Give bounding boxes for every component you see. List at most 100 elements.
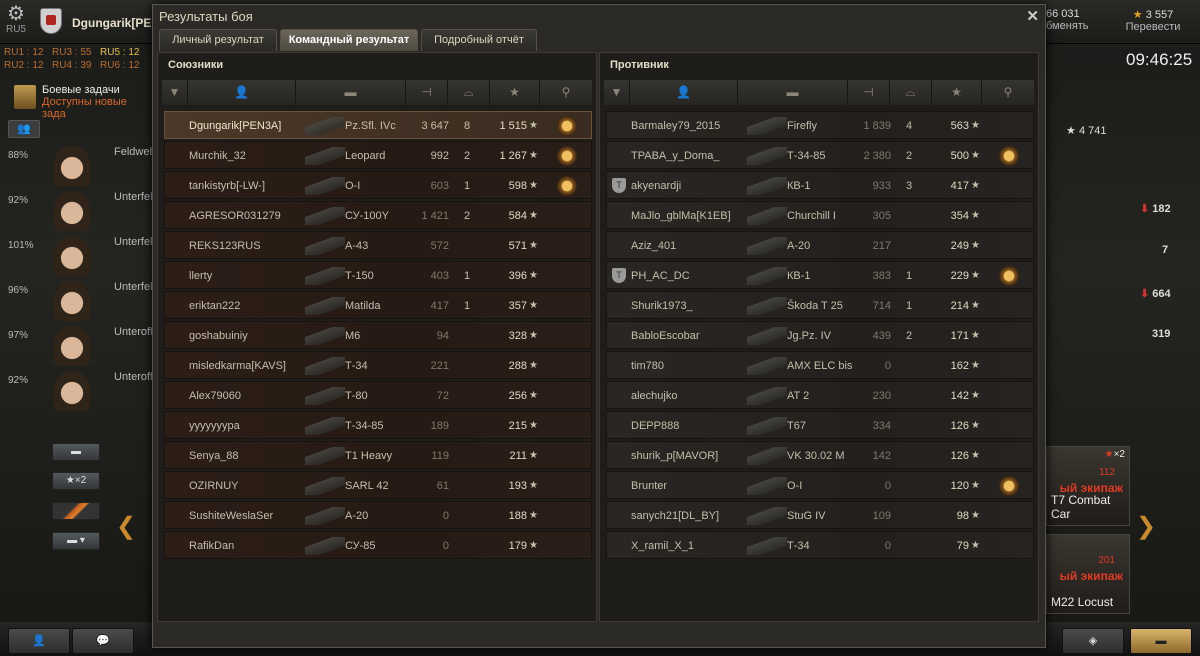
table-row[interactable]: TPABA_y_Doma_ Т-34-85 2 380 2 500 ★ bbox=[606, 141, 1034, 169]
crew-member[interactable]: 88% Feldweb bbox=[4, 144, 156, 186]
player-name[interactable]: alechujko bbox=[631, 382, 677, 410]
tab-team[interactable]: Командный результат bbox=[280, 29, 418, 51]
carousel-right-arrow[interactable]: ❯ bbox=[1136, 512, 1156, 541]
battle-quests-button[interactable]: Боевые задачи Доступны новые зада bbox=[8, 82, 153, 120]
medal-icon[interactable] bbox=[557, 176, 577, 196]
squad-column-icon[interactable]: ▼ bbox=[162, 80, 188, 105]
player-name[interactable]: eriktan222 bbox=[189, 292, 240, 320]
server-stat[interactable]: RU3 : 55 bbox=[52, 46, 100, 59]
settings-button[interactable]: ⚙ RU5 bbox=[4, 4, 28, 40]
carousel-left-arrow[interactable]: ❮ bbox=[116, 512, 136, 541]
profile-button[interactable]: 👤 bbox=[8, 628, 70, 654]
medal-icon[interactable] bbox=[557, 116, 577, 136]
squad-column-icon[interactable]: ▼ bbox=[604, 80, 630, 105]
table-row[interactable]: alechujko AT 2 230 142 ★ bbox=[606, 381, 1034, 409]
player-name[interactable]: RafikDan bbox=[189, 532, 234, 560]
table-row[interactable]: misledkarma[KAVS] Т-34 221 288 ★ bbox=[164, 351, 592, 379]
crew-button[interactable]: 👥 bbox=[8, 120, 40, 138]
player-name[interactable]: Barmaley79_2015 bbox=[631, 112, 720, 140]
table-row[interactable]: SushiteWeslaSer А-20 0 188 ★ bbox=[164, 501, 592, 529]
tank-view-button[interactable]: ▬ bbox=[52, 443, 100, 461]
kills-column-icon[interactable]: ⌓ bbox=[448, 80, 490, 105]
player-name[interactable]: Brunter bbox=[631, 472, 667, 500]
player-name[interactable]: SushiteWeslaSer bbox=[189, 502, 273, 530]
player-name[interactable]: DEPP888 bbox=[631, 412, 679, 440]
medal-column-icon[interactable]: ⚲ bbox=[540, 80, 592, 105]
table-row[interactable]: REKS123RUS А-43 572 571 ★ bbox=[164, 231, 592, 259]
server-stat[interactable]: RU2 : 12 bbox=[4, 59, 52, 72]
medal-icon[interactable] bbox=[999, 146, 1019, 166]
crew-member[interactable]: 97% Unteroff bbox=[4, 324, 154, 366]
table-row[interactable]: Shurik1973_ Škoda T 25 714 1 214 ★ bbox=[606, 291, 1034, 319]
damage-column-icon[interactable]: ⊣ bbox=[848, 80, 890, 105]
xp-column-icon[interactable]: ★ bbox=[490, 80, 540, 105]
table-row[interactable]: X_ramil_X_1 Т-34 0 79 ★ bbox=[606, 531, 1034, 559]
table-row[interactable]: DEPP888 T67 334 126 ★ bbox=[606, 411, 1034, 439]
player-name[interactable]: Dgungarik[PEN3A] bbox=[189, 112, 281, 140]
tank-card-t7[interactable]: ★×2 112 ый экипаж T7 Combat Car bbox=[1046, 446, 1130, 526]
table-row[interactable]: goshabuiniy M6 94 328 ★ bbox=[164, 321, 592, 349]
player-column-icon[interactable]: 👤 bbox=[630, 80, 738, 105]
player-name[interactable]: X_ramil_X_1 bbox=[631, 532, 694, 560]
table-row[interactable]: yyyyyyypa Т-34-85 189 215 ★ bbox=[164, 411, 592, 439]
table-row[interactable]: RafikDan СУ-85 0 179 ★ bbox=[164, 531, 592, 559]
player-name[interactable]: OZIRNUY bbox=[189, 472, 239, 500]
table-row[interactable]: Dgungarik[PEN3A] Pz.Sfl. IVc 3 647 8 1 515 ★ bbox=[164, 111, 592, 139]
table-row[interactable]: sanych21[DL_BY] StuG IV 109 98 ★ bbox=[606, 501, 1034, 529]
xp-multiplier-button[interactable]: ★×2 bbox=[52, 472, 100, 490]
medal-icon[interactable] bbox=[557, 146, 577, 166]
player-name[interactable]: yyyyyyypa bbox=[189, 412, 240, 440]
table-row[interactable]: MaJlo_gblMa[K1EB] Churchill I 305 354 ★ bbox=[606, 201, 1034, 229]
table-row[interactable]: Takyenardji КВ-1 933 3 417 ★ bbox=[606, 171, 1034, 199]
player-name[interactable]: AGRESOR031279 bbox=[189, 202, 281, 230]
player-name[interactable]: Senya_88 bbox=[189, 442, 239, 470]
player-name[interactable]: Shurik1973_ bbox=[631, 292, 693, 320]
server-stat[interactable]: RU1 : 12 bbox=[4, 46, 52, 59]
player-name[interactable]: TPABA_y_Doma_ bbox=[631, 142, 719, 170]
player-name[interactable]: shurik_p[MAVOR] bbox=[631, 442, 718, 470]
table-row[interactable]: Barmaley79_2015 Firefly 1 839 4 563 ★ bbox=[606, 111, 1034, 139]
table-row[interactable]: Brunter О-I 0 120 ★ bbox=[606, 471, 1034, 499]
player-name[interactable]: tim780 bbox=[631, 352, 664, 380]
player-name[interactable]: Aziz_401 bbox=[631, 232, 676, 260]
player-name[interactable]: Murchik_32 bbox=[189, 142, 246, 170]
tank-filter-dropdown[interactable]: ▬ ▾ bbox=[52, 532, 100, 550]
player-name[interactable]: akyenardji bbox=[631, 172, 681, 200]
table-row[interactable]: BabloEscobar Jg.Pz. IV 439 2 171 ★ bbox=[606, 321, 1034, 349]
medal-column-icon[interactable]: ⚲ bbox=[982, 80, 1034, 105]
table-row[interactable]: AGRESOR031279 СУ-100Y 1 421 2 584 ★ bbox=[164, 201, 592, 229]
crew-member[interactable]: 92% Unteroff bbox=[4, 369, 154, 411]
tank-column-icon[interactable]: ▬ bbox=[738, 80, 848, 105]
player-name[interactable]: BabloEscobar bbox=[631, 322, 700, 350]
garage-button[interactable]: ▬ bbox=[1130, 628, 1192, 654]
player-column-icon[interactable]: 👤 bbox=[188, 80, 296, 105]
medal-icon[interactable] bbox=[999, 266, 1019, 286]
crew-member[interactable]: 101% Unterfel bbox=[4, 234, 154, 276]
tab-detailed[interactable]: Подробный отчёт bbox=[421, 29, 537, 51]
medal-icon[interactable] bbox=[999, 476, 1019, 496]
damage-column-icon[interactable]: ⊣ bbox=[406, 80, 448, 105]
crew-member[interactable]: 92% Unterfel bbox=[4, 189, 154, 231]
table-row[interactable]: eriktan222 Matilda 417 1 357 ★ bbox=[164, 291, 592, 319]
player-name[interactable]: tankistyrb[-LW-] bbox=[189, 172, 265, 200]
contacts-button[interactable]: ◈ bbox=[1062, 628, 1124, 654]
player-name[interactable]: goshabuiniy bbox=[189, 322, 248, 350]
xp-column-icon[interactable]: ★ bbox=[932, 80, 982, 105]
camouflage-button[interactable] bbox=[52, 502, 100, 520]
table-row[interactable]: shurik_p[MAVOR] VK 30.02 M 142 126 ★ bbox=[606, 441, 1034, 469]
player-name[interactable]: misledkarma[KAVS] bbox=[189, 352, 286, 380]
player-name[interactable]: Alex79060 bbox=[189, 382, 241, 410]
tab-personal[interactable]: Личный результат bbox=[159, 29, 277, 51]
player-name[interactable]: sanych21[DL_BY] bbox=[631, 502, 719, 530]
table-row[interactable]: Murchik_32 Leopard 992 2 1 267 ★ bbox=[164, 141, 592, 169]
table-row[interactable]: T PH_AC_DC КВ-1 383 1 229 ★ bbox=[606, 261, 1034, 289]
table-row[interactable]: Aziz_401 А-20 217 249 ★ bbox=[606, 231, 1034, 259]
server-stat[interactable]: RU6 : 12 bbox=[100, 59, 148, 72]
close-icon[interactable]: ✕ bbox=[1026, 7, 1039, 25]
player-name[interactable]: Dgungarik[PEN bbox=[72, 16, 160, 30]
player-name[interactable]: REKS123RUS bbox=[189, 232, 261, 260]
server-stat[interactable]: RU4 : 39 bbox=[52, 59, 100, 72]
table-row[interactable]: tankistyrb[-LW-] О-I 603 1 598 ★ bbox=[164, 171, 592, 199]
server-stat[interactable]: RU5 : 12 bbox=[100, 46, 148, 59]
tank-card-m22[interactable]: 201 ый экипаж M22 Locust bbox=[1046, 534, 1130, 614]
